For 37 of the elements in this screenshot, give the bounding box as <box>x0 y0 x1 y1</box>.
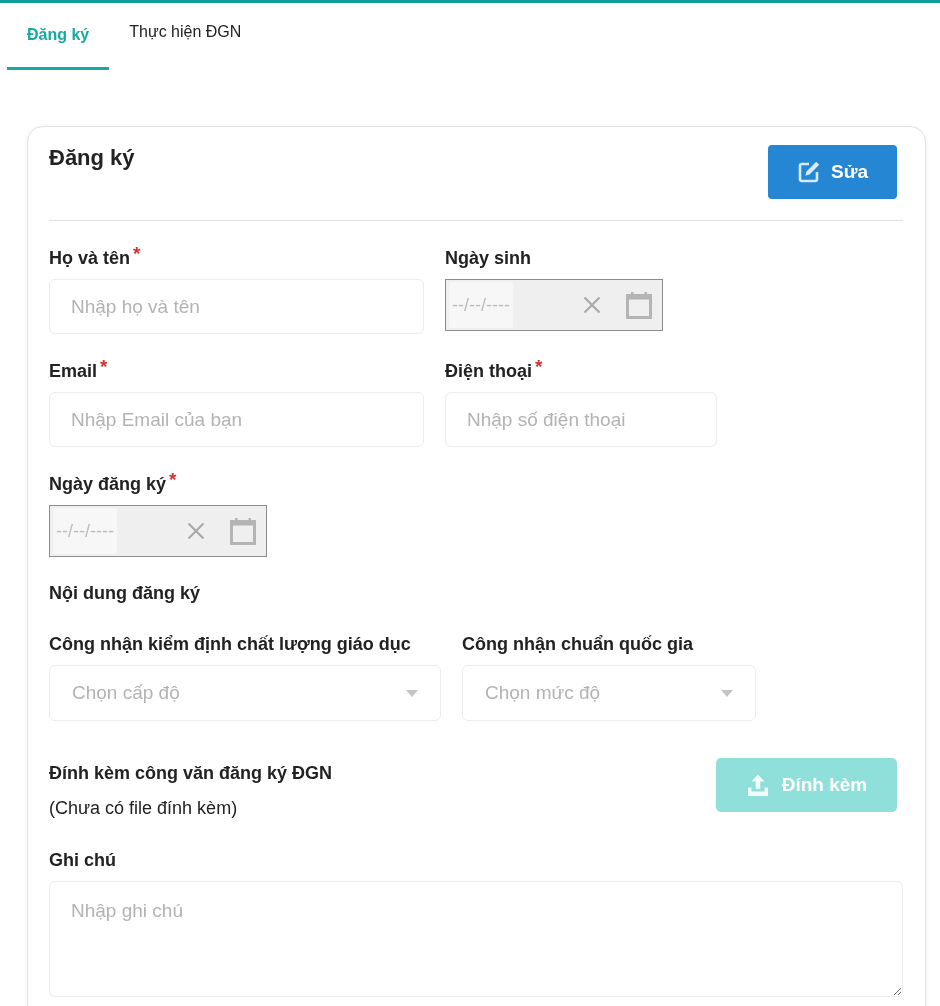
text-input[interactable]: Nhập họ và tên <box>49 279 424 334</box>
select-field[interactable]: Chọn mức độ <box>462 665 756 721</box>
field-label: Họ và tên <box>49 247 131 270</box>
attachment-status: (Chưa có file đính kèm) <box>49 797 239 820</box>
field-label: Ngày sinh <box>445 247 532 270</box>
field-label: Email <box>49 360 98 383</box>
field-label: Ghi chú <box>49 849 116 872</box>
clear-icon[interactable] <box>583 296 601 314</box>
tab[interactable]: Thực hiện ĐGN <box>109 3 262 70</box>
required-mark: * <box>100 359 108 375</box>
clear-icon[interactable] <box>187 522 205 540</box>
date-input[interactable]: --/--/---- <box>49 505 267 557</box>
date-placeholder: --/--/---- <box>449 282 513 328</box>
edit-icon <box>797 160 821 184</box>
caret-icon <box>721 689 733 697</box>
notes-textarea[interactable]: Nhập ghi chú <box>49 881 903 997</box>
text-input[interactable]: Nhập số điện thoại <box>445 392 717 447</box>
date-placeholder: --/--/---- <box>53 508 117 554</box>
required-mark: * <box>133 246 141 262</box>
calendar-icon[interactable] <box>626 291 652 319</box>
attachment-title: Đính kèm công văn đăng ký ĐGN <box>49 762 333 785</box>
section-title: Nội dung đăng ký <box>49 582 200 605</box>
upload-icon <box>745 773 770 797</box>
select-field[interactable]: Chọn cấp độ <box>49 665 441 721</box>
field-label: Công nhận chuẩn quốc gia <box>462 633 693 656</box>
date-input[interactable]: --/--/---- <box>445 279 663 331</box>
field-label: Công nhận kiểm định chất lượng giáo dục <box>49 633 411 656</box>
caret-icon <box>406 689 418 697</box>
card-title: Đăng ký <box>49 145 135 171</box>
calendar-icon[interactable] <box>230 517 256 545</box>
text-input[interactable]: Nhập Email của bạn <box>49 392 424 447</box>
edit-button[interactable]: Sửa <box>768 145 897 199</box>
tab[interactable]: Đăng ký <box>7 3 110 70</box>
required-mark: * <box>169 472 177 488</box>
field-label: Ngày đăng ký <box>49 473 167 496</box>
required-mark: * <box>535 359 543 375</box>
field-label: Điện thoại <box>445 360 532 383</box>
